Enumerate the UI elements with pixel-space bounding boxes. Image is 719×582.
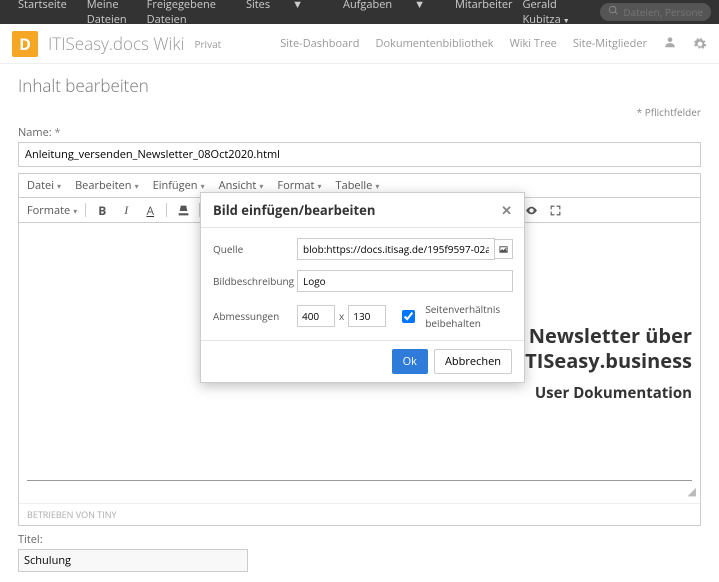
menu-view[interactable]: Ansicht ▾ bbox=[219, 178, 264, 193]
editor-credit: BETRIEBEN VON TINY bbox=[19, 503, 700, 525]
search-icon bbox=[608, 5, 619, 20]
nav-sites[interactable]: Sites▼ bbox=[226, 0, 323, 32]
caret-line bbox=[27, 480, 692, 481]
source-label: Quelle bbox=[213, 242, 291, 256]
bg-color-button[interactable] bbox=[175, 202, 191, 218]
site-title[interactable]: ITISeasy.docs Wiki bbox=[48, 32, 184, 55]
tab-members[interactable]: Site-Mitglieder bbox=[573, 36, 647, 51]
source-input[interactable] bbox=[297, 238, 495, 260]
site-privacy: Privat bbox=[194, 37, 221, 51]
search-input[interactable] bbox=[623, 5, 703, 19]
site-logo: D bbox=[12, 31, 38, 57]
x-separator: x bbox=[339, 309, 344, 323]
aspect-checkbox[interactable] bbox=[396, 310, 421, 323]
italic-button[interactable]: I bbox=[118, 202, 134, 218]
aspect-label: Seitenverhältnis beibehalten bbox=[425, 302, 513, 330]
bold-button[interactable]: B bbox=[94, 202, 110, 218]
resize-handle-icon[interactable]: ◢ bbox=[688, 484, 696, 499]
insert-image-dialog: Bild einfügen/bearbeiten ✕ Quelle Bildbe… bbox=[200, 192, 525, 383]
desc-input[interactable] bbox=[297, 270, 513, 292]
tab-doclib[interactable]: Dokumentenbibliothek bbox=[375, 36, 493, 51]
menu-file[interactable]: Datei ▾ bbox=[27, 178, 61, 193]
avatar-icon[interactable] bbox=[663, 35, 677, 53]
dimensions-label: Abmessungen bbox=[213, 309, 291, 323]
text-color-button[interactable]: A bbox=[142, 202, 158, 218]
nav-my-files[interactable]: Meine Dateien bbox=[77, 0, 137, 32]
global-topbar: Startseite Meine Dateien Freigegebene Da… bbox=[0, 0, 719, 24]
nav-home[interactable]: Startseite bbox=[8, 0, 77, 32]
formats-dropdown[interactable]: Formate ▾ bbox=[27, 203, 77, 218]
ok-button[interactable]: Ok bbox=[392, 349, 428, 374]
name-input[interactable] bbox=[18, 142, 701, 167]
width-input[interactable] bbox=[297, 305, 335, 327]
name-label: Name: * bbox=[18, 125, 701, 140]
title-label: Titel: bbox=[18, 532, 701, 547]
title-input[interactable] bbox=[18, 549, 248, 572]
nav-people[interactable]: Mitarbeiter bbox=[445, 0, 522, 32]
tab-dashboard[interactable]: Site-Dashboard bbox=[280, 36, 359, 51]
user-menu[interactable]: Gerald Kubitza▼ bbox=[523, 0, 593, 27]
menu-edit[interactable]: Bearbeiten ▾ bbox=[75, 178, 139, 193]
preview-button[interactable] bbox=[523, 202, 539, 218]
top-nav: Startseite Meine Dateien Freigegebene Da… bbox=[8, 0, 523, 32]
menu-insert[interactable]: Einfügen ▾ bbox=[153, 178, 205, 193]
required-hint: * Pflichtfelder bbox=[18, 105, 701, 119]
doc-subheading: User Dokumentation bbox=[19, 383, 692, 403]
tab-wiki-tree[interactable]: Wiki Tree bbox=[510, 36, 557, 51]
height-input[interactable] bbox=[348, 305, 386, 327]
menu-table[interactable]: Tabelle ▾ bbox=[336, 178, 380, 193]
nav-tasks[interactable]: Aufgaben▼ bbox=[323, 0, 445, 32]
gear-icon[interactable] bbox=[693, 37, 707, 51]
close-icon[interactable]: ✕ bbox=[501, 201, 512, 219]
nav-shared-files[interactable]: Freigegebene Dateien bbox=[137, 0, 226, 32]
cancel-button[interactable]: Abbrechen bbox=[434, 349, 512, 374]
fullscreen-button[interactable] bbox=[547, 202, 563, 218]
dialog-title: Bild einfügen/bearbeiten bbox=[213, 201, 375, 219]
global-search[interactable] bbox=[600, 3, 711, 21]
menu-format[interactable]: Format ▾ bbox=[277, 178, 321, 193]
browse-button[interactable] bbox=[495, 239, 513, 259]
page-heading: Inhalt bearbeiten bbox=[18, 74, 701, 97]
desc-label: Bildbeschreibung bbox=[213, 274, 291, 288]
